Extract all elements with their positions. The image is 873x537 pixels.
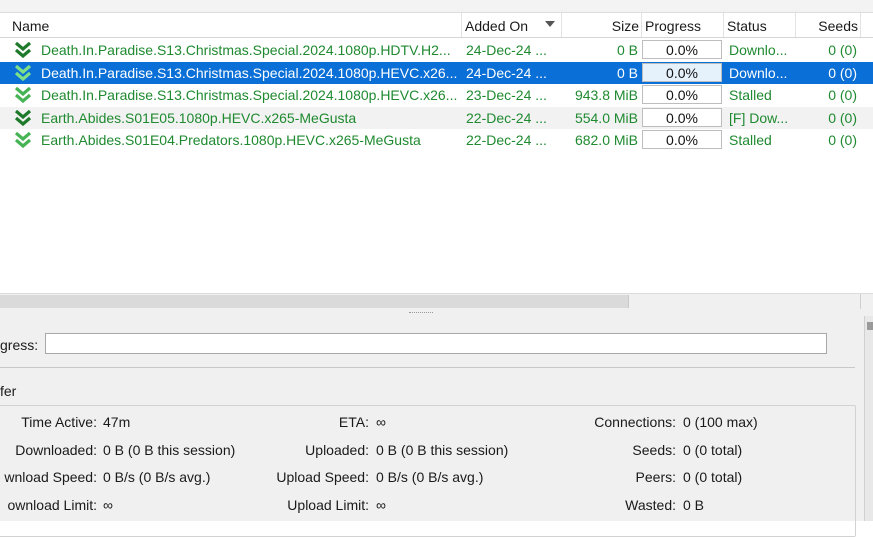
upload-limit-label: Upload Limit: bbox=[287, 497, 369, 513]
torrent-status: Stalled bbox=[729, 132, 772, 149]
forced-download-icon bbox=[14, 109, 32, 126]
upload-speed-label: Upload Speed: bbox=[276, 469, 369, 485]
torrent-seeds: 0 (0) bbox=[828, 132, 857, 149]
download-icon bbox=[14, 64, 32, 81]
uploaded-value: 0 B (0 B this session) bbox=[376, 442, 509, 458]
table-row[interactable]: Death.In.Paradise.S13.Christmas.Special.… bbox=[0, 39, 873, 61]
torrent-size: 682.0 MiB bbox=[574, 132, 638, 149]
column-header-added-on[interactable]: Added On bbox=[462, 13, 562, 37]
time-active-value: 47m bbox=[103, 414, 131, 430]
column-name-label: Name bbox=[12, 18, 50, 34]
uploaded-label: Uploaded: bbox=[305, 442, 369, 458]
stalled-download-icon bbox=[14, 132, 32, 149]
torrent-name: Earth.Abides.S01E04.Predators.1080p.HEVC… bbox=[41, 132, 421, 149]
toolbar-strip bbox=[0, 0, 873, 13]
eta-label: ETA: bbox=[338, 414, 369, 430]
wasted-label: Wasted: bbox=[625, 497, 676, 513]
peers-label: Peers: bbox=[635, 469, 676, 485]
download-speed-label: wnload Speed: bbox=[4, 469, 97, 485]
progress-label: gress: bbox=[0, 337, 39, 353]
splitter-grip bbox=[409, 312, 433, 315]
column-status-label: Status bbox=[727, 18, 767, 34]
table-row[interactable]: Earth.Abides.S01E05.1080p.HEVC.x265-MeGu… bbox=[0, 106, 873, 129]
torrent-table[interactable]: Name Added On Size Progress Status Seeds… bbox=[0, 13, 873, 293]
torrent-seeds: 0 (0) bbox=[828, 64, 857, 81]
download-limit-label: ownload Limit: bbox=[7, 497, 98, 513]
torrent-name: Death.In.Paradise.S13.Christmas.Special.… bbox=[41, 64, 458, 81]
torrent-added-on: 24-Dec-24 ... bbox=[466, 64, 547, 81]
properties-panel: gress: fer Time Active: 47m Downloaded: … bbox=[0, 317, 873, 537]
peers-value: 0 (0 total) bbox=[683, 469, 743, 485]
torrent-added-on: 24-Dec-24 ... bbox=[466, 42, 547, 58]
torrent-progress-text: 0.0% bbox=[666, 132, 698, 149]
table-row[interactable]: Earth.Abides.S01E04.Predators.1080p.HEVC… bbox=[0, 129, 873, 151]
divider bbox=[0, 367, 855, 368]
column-seeds-label: Seeds bbox=[818, 18, 858, 34]
column-header-name[interactable]: Name bbox=[0, 13, 462, 37]
torrent-progress-text: 0.0% bbox=[666, 64, 698, 81]
upload-limit-value: ∞ bbox=[376, 497, 386, 513]
download-speed-value: 0 B/s (0 B/s avg.) bbox=[103, 469, 211, 485]
time-active-label: Time Active: bbox=[21, 414, 97, 430]
torrent-status: Downlo... bbox=[729, 64, 788, 81]
column-header-seeds[interactable]: Seeds bbox=[796, 13, 861, 37]
torrent-progress-text: 0.0% bbox=[666, 42, 698, 58]
torrent-size: 554.0 MiB bbox=[574, 109, 638, 126]
torrent-status: [F] Dow... bbox=[729, 109, 789, 126]
torrent-seeds: 0 (0) bbox=[828, 42, 857, 58]
downloaded-value: 0 B (0 B this session) bbox=[103, 442, 236, 458]
torrent-added-on: 22-Dec-24 ... bbox=[466, 132, 547, 149]
table-row[interactable]: Death.In.Paradise.S13.Christmas.Special.… bbox=[0, 61, 873, 84]
downloaded-label: Downloaded: bbox=[15, 442, 97, 458]
torrent-progress-text: 0.0% bbox=[666, 87, 698, 104]
eta-value: ∞ bbox=[376, 414, 386, 430]
panel-splitter[interactable] bbox=[0, 309, 873, 317]
torrent-size: 0 B bbox=[616, 42, 638, 58]
horizontal-scrollbar[interactable] bbox=[0, 293, 873, 310]
download-limit-value: ∞ bbox=[103, 497, 113, 513]
column-progress-label: Progress bbox=[645, 18, 702, 34]
connections-label: Connections: bbox=[594, 414, 676, 430]
torrent-progress-bar: 0.0% bbox=[642, 40, 722, 59]
column-header-progress[interactable]: Progress bbox=[642, 13, 724, 37]
wasted-value: 0 B bbox=[683, 497, 705, 513]
seeds-label: Seeds: bbox=[632, 442, 676, 458]
seeds-value: 0 (0 total) bbox=[683, 442, 743, 458]
torrent-added-on: 22-Dec-24 ... bbox=[466, 109, 547, 126]
scroll-up-arrow-icon[interactable] bbox=[867, 322, 873, 330]
column-header-status[interactable]: Status bbox=[724, 13, 796, 37]
download-icon bbox=[14, 42, 32, 58]
scrollbar-end bbox=[860, 294, 873, 309]
column-size-label: Size bbox=[611, 18, 639, 34]
torrent-status: Downlo... bbox=[729, 42, 788, 58]
torrent-name: Death.In.Paradise.S13.Christmas.Special.… bbox=[41, 87, 458, 104]
torrent-status: Stalled bbox=[729, 87, 772, 104]
torrent-size: 0 B bbox=[616, 64, 638, 81]
torrent-progress-bar: 0.0% bbox=[642, 62, 722, 82]
torrent-progress-bar: 0.0% bbox=[642, 107, 722, 127]
torrent-progress-text: 0.0% bbox=[666, 109, 698, 126]
torrent-name: Earth.Abides.S01E05.1080p.HEVC.x265-MeGu… bbox=[41, 109, 357, 126]
torrent-seeds: 0 (0) bbox=[828, 87, 857, 104]
piece-progress-bar bbox=[45, 333, 827, 354]
torrent-progress-bar: 0.0% bbox=[642, 130, 722, 150]
torrent-size: 943.8 MiB bbox=[574, 87, 638, 104]
stalled-download-icon bbox=[14, 87, 32, 104]
torrent-name: Death.In.Paradise.S13.Christmas.Special.… bbox=[41, 42, 451, 58]
sort-descending-icon bbox=[545, 21, 555, 27]
torrent-added-on: 23-Dec-24 ... bbox=[466, 87, 547, 104]
scrollbar-thumb[interactable] bbox=[0, 295, 629, 308]
torrent-progress-bar: 0.0% bbox=[642, 85, 722, 105]
transfer-group-title: fer bbox=[0, 383, 17, 399]
torrent-seeds: 0 (0) bbox=[828, 109, 857, 126]
table-header: Name Added On Size Progress Status Seeds bbox=[0, 13, 873, 38]
vertical-scrollbar[interactable] bbox=[864, 316, 873, 521]
table-row[interactable]: Death.In.Paradise.S13.Christmas.Special.… bbox=[0, 84, 873, 106]
column-header-size[interactable]: Size bbox=[562, 13, 642, 37]
connections-value: 0 (100 max) bbox=[683, 414, 758, 430]
upload-speed-value: 0 B/s (0 B/s avg.) bbox=[376, 469, 484, 485]
column-added-on-label: Added On bbox=[465, 18, 529, 34]
